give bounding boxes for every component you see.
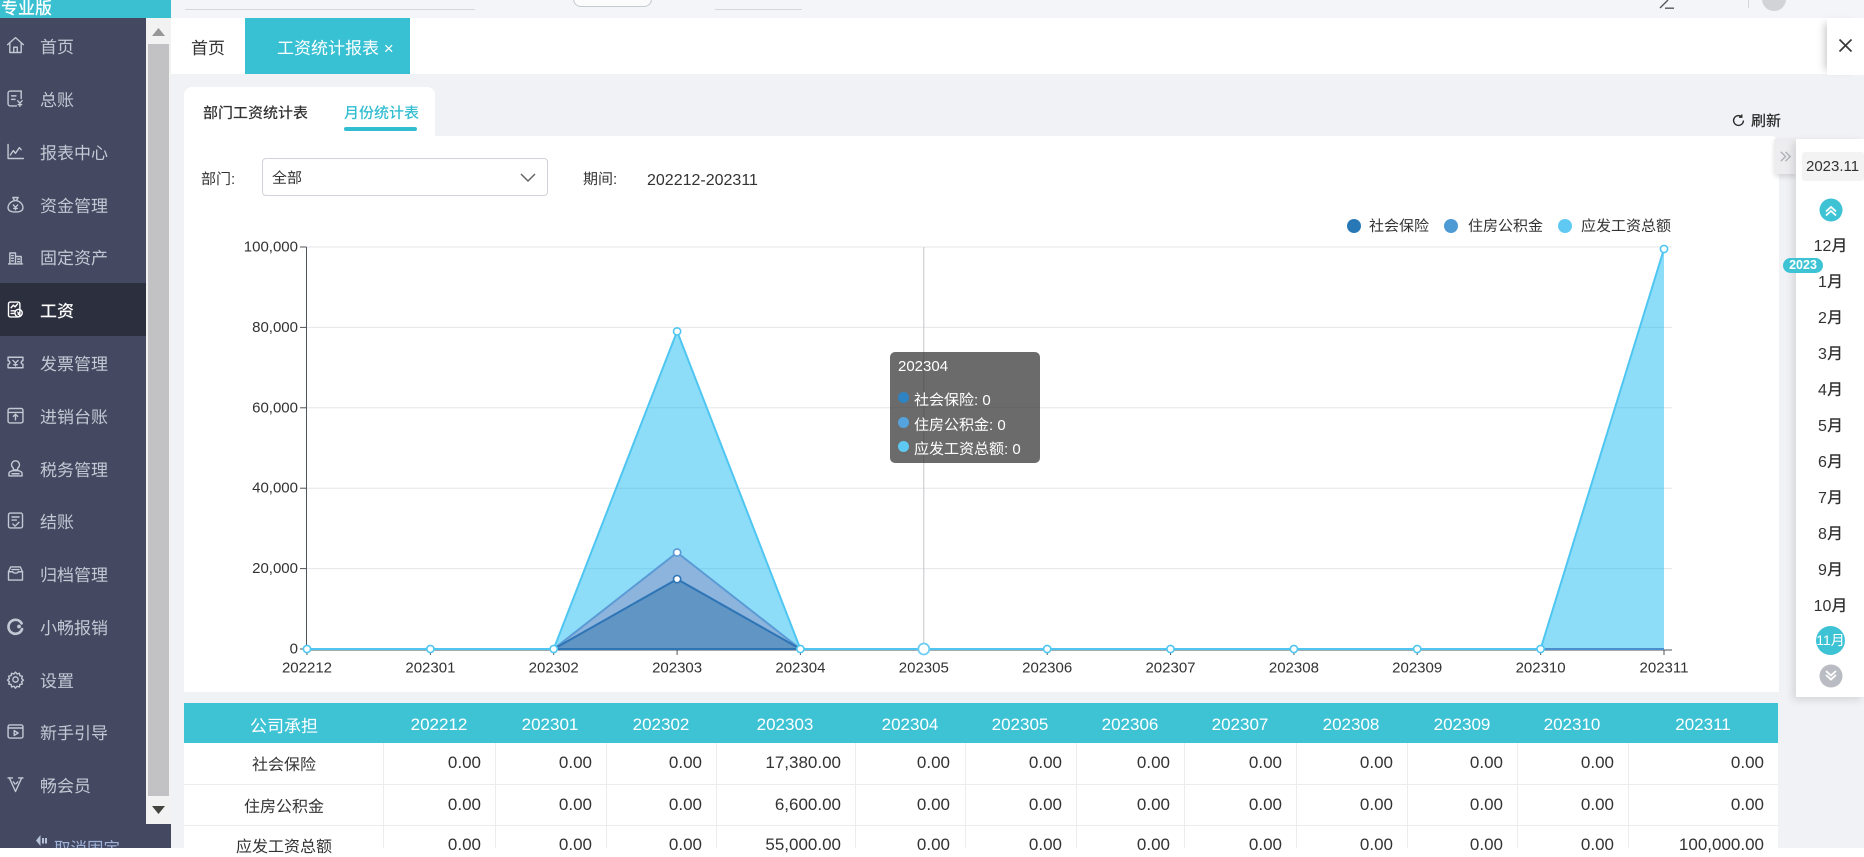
svg-text:202309: 202309: [1392, 660, 1442, 677]
svg-text:202305: 202305: [899, 660, 949, 677]
svg-text:202311: 202311: [1640, 660, 1689, 677]
svg-text:100,000: 100,000: [244, 239, 298, 256]
svg-text:202301: 202301: [405, 660, 455, 677]
svg-text:20,000: 20,000: [252, 560, 298, 577]
svg-text:80,000: 80,000: [252, 319, 298, 336]
svg-text:202307: 202307: [1145, 660, 1195, 677]
svg-text:202212: 202212: [282, 660, 332, 677]
svg-text:202304: 202304: [775, 660, 825, 677]
svg-text:202302: 202302: [529, 660, 579, 677]
svg-text:202308: 202308: [1269, 660, 1319, 677]
svg-text:202306: 202306: [1022, 660, 1072, 677]
svg-text:60,000: 60,000: [252, 399, 298, 416]
svg-text:0: 0: [290, 641, 298, 658]
svg-text:40,000: 40,000: [252, 480, 298, 497]
svg-text:202310: 202310: [1516, 660, 1566, 677]
svg-text:202303: 202303: [652, 660, 702, 677]
